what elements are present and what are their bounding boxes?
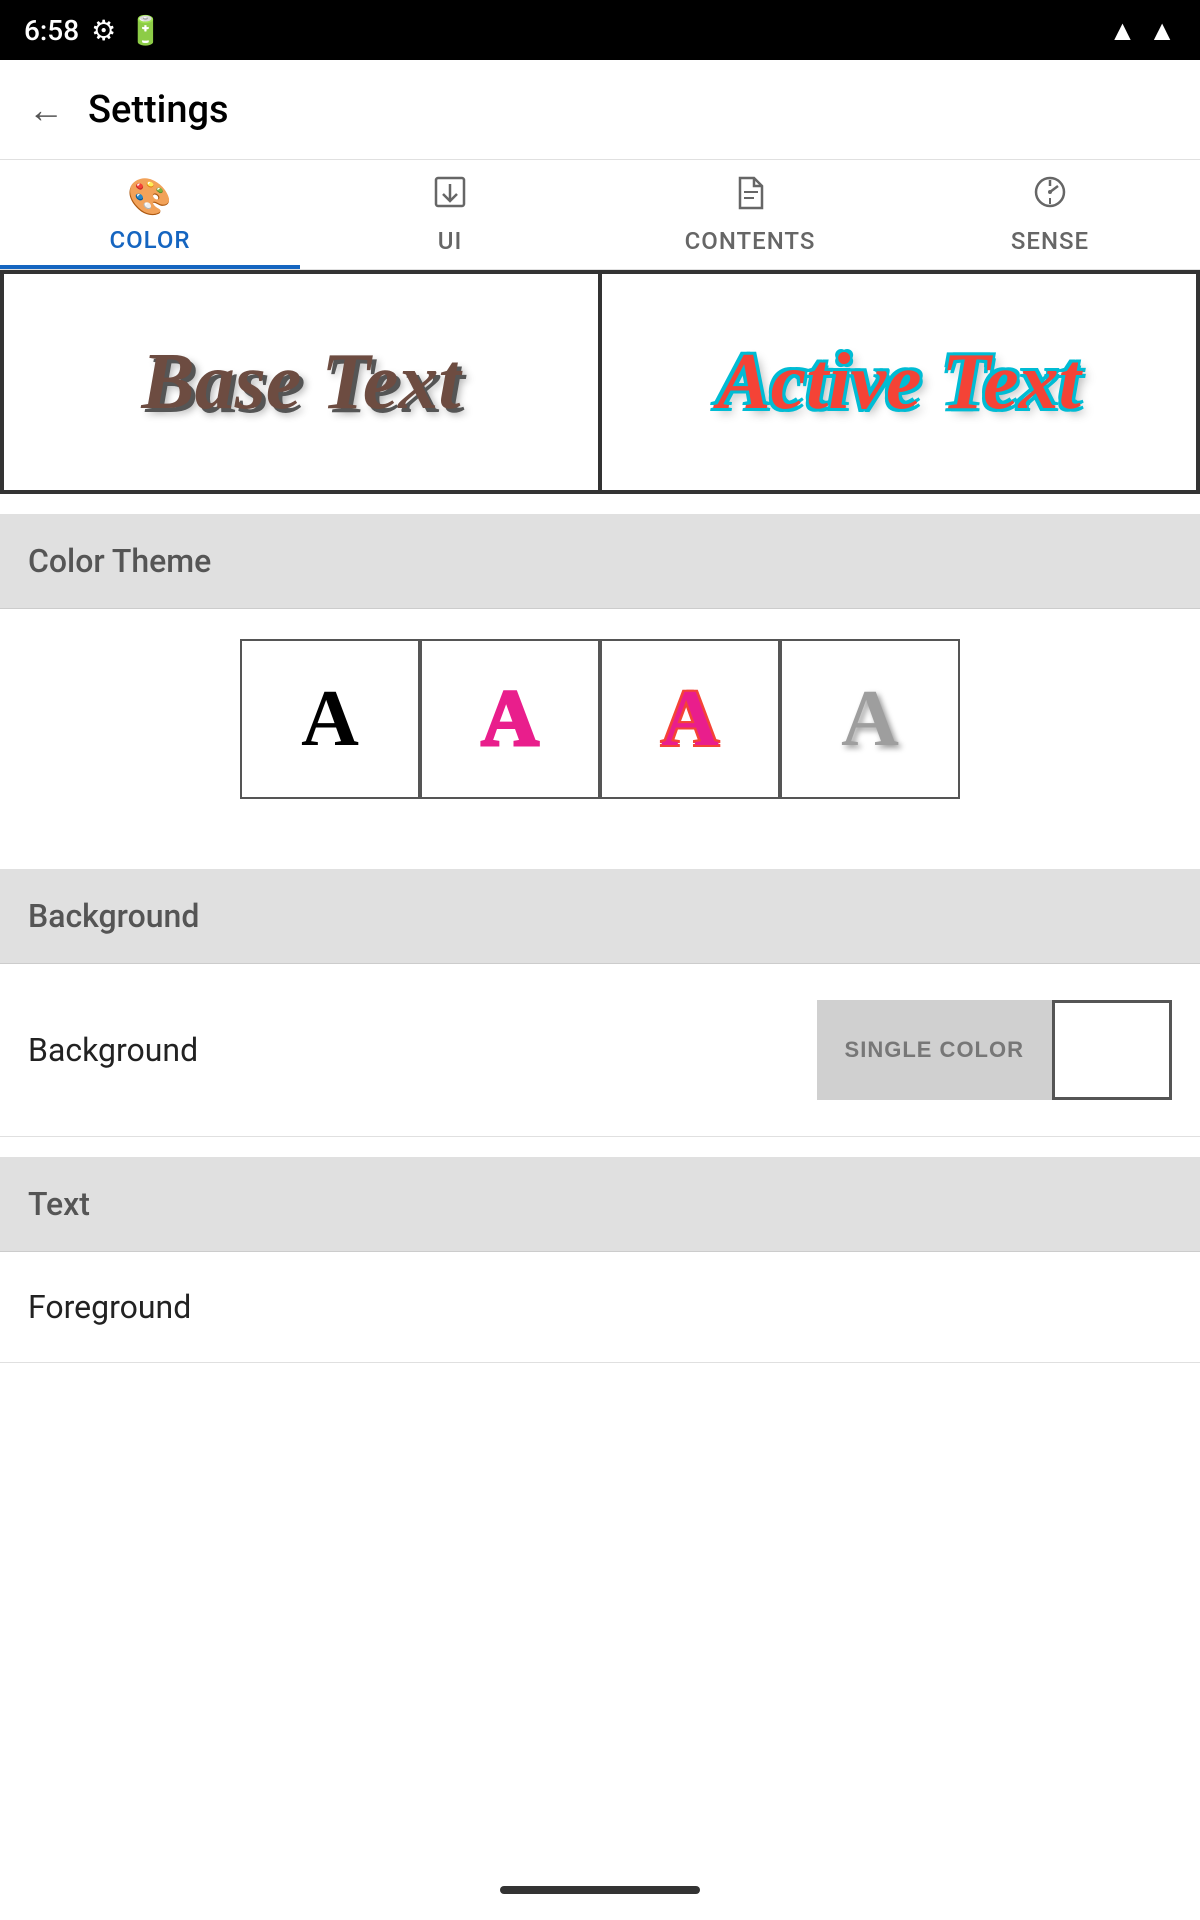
theme-option-pink-red[interactable]: A — [600, 639, 780, 799]
theme-a-plain-letter: A — [301, 674, 359, 765]
theme-option-plain[interactable]: A — [240, 639, 420, 799]
theme-option-pink-outline[interactable]: A — [420, 639, 600, 799]
signal-icon: ▲ — [1148, 14, 1176, 47]
single-color-button[interactable]: SINGLE COLOR — [817, 1000, 1052, 1100]
tab-bar: 🎨 COLOR UI CONTENTS — [0, 160, 1200, 270]
tab-sense-label: SENSE — [1011, 227, 1089, 255]
active-text-preview: Active Text — [717, 337, 1081, 428]
tab-ui[interactable]: UI — [300, 160, 600, 269]
status-bar-right: ▲ ▲ — [1109, 14, 1176, 47]
back-button[interactable]: ← — [28, 89, 64, 131]
wifi-icon: ▲ — [1109, 14, 1137, 47]
preview-section: Base Text Active Text — [0, 270, 1200, 494]
theme-options-container: A A A A — [0, 609, 1200, 829]
theme-a-pink-outline-letter: A — [481, 674, 539, 765]
tab-color[interactable]: 🎨 COLOR — [0, 160, 300, 269]
battery-status-icon: 🔋 — [128, 14, 163, 47]
app-bar: ← Settings — [0, 60, 1200, 160]
foreground-row: Foreground — [0, 1252, 1200, 1363]
text-label: Text — [28, 1185, 90, 1223]
color-theme-section-header: Color Theme — [0, 514, 1200, 608]
page-title: Settings — [88, 88, 229, 132]
base-text-preview-panel[interactable]: Base Text — [2, 272, 600, 492]
settings-status-icon: ⚙ — [91, 14, 116, 47]
theme-option-gray[interactable]: A — [780, 639, 960, 799]
sense-tab-icon — [1032, 174, 1068, 219]
status-bar: 6:58 ⚙ 🔋 ▲ ▲ — [0, 0, 1200, 60]
background-label: Background — [28, 897, 199, 935]
text-section-header: Text — [0, 1157, 1200, 1251]
background-controls: SINGLE COLOR — [817, 1000, 1172, 1100]
tab-sense[interactable]: SENSE — [900, 160, 1200, 269]
color-tab-icon: 🎨 — [127, 176, 173, 218]
theme-a-pink-red-letter: A — [661, 674, 719, 765]
spacer-1 — [0, 829, 1200, 849]
background-section-header: Background — [0, 869, 1200, 963]
background-color-swatch[interactable] — [1052, 1000, 1172, 1100]
tab-contents[interactable]: CONTENTS — [600, 160, 900, 269]
tab-ui-label: UI — [438, 227, 463, 255]
base-text-preview: Base Text — [141, 337, 460, 428]
tab-contents-label: CONTENTS — [685, 227, 816, 255]
home-indicator — [500, 1886, 700, 1894]
theme-a-gray-letter: A — [841, 674, 899, 765]
color-theme-label: Color Theme — [28, 542, 211, 580]
bottom-bar — [0, 1860, 1200, 1920]
contents-tab-icon — [732, 174, 768, 219]
status-time: 6:58 — [24, 14, 79, 47]
background-row-label: Background — [28, 1031, 198, 1069]
active-text-preview-panel[interactable]: Active Text — [600, 272, 1198, 492]
tab-color-label: COLOR — [109, 226, 190, 254]
ui-tab-icon — [432, 174, 468, 219]
background-row: Background SINGLE COLOR — [0, 964, 1200, 1137]
status-bar-left: 6:58 ⚙ 🔋 — [24, 14, 163, 47]
foreground-row-label: Foreground — [28, 1288, 191, 1326]
